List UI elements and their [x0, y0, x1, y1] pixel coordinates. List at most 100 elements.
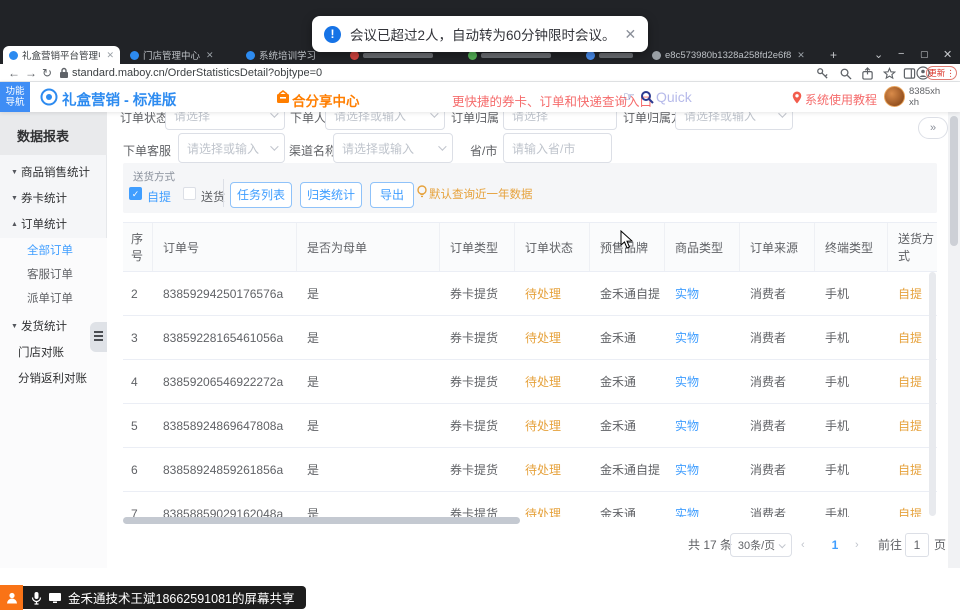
export-button[interactable]: 导出: [370, 182, 414, 208]
filter-select-channel[interactable]: 请选择或输入: [333, 133, 453, 163]
tab-title: 礼盒营销平台管理中心: [22, 48, 100, 62]
col-order-type: 订单类型: [440, 223, 515, 271]
chevron-down-icon: [430, 112, 438, 118]
horizontal-scrollbar[interactable]: [123, 517, 937, 524]
bookmark-star-icon[interactable]: [883, 67, 896, 80]
cell-product_type[interactable]: 实物: [665, 360, 740, 403]
cell-is_parent: 是: [297, 404, 440, 447]
browser-tab-store-admin[interactable]: 门店管理中心 ✕: [124, 46, 236, 64]
browser-update-button[interactable]: 更新 ⋮: [926, 66, 957, 80]
task-list-button[interactable]: 任务列表: [230, 182, 292, 208]
table-row: 683858924859261856a是券卡提货待处理金禾通自提实物消费者手机自…: [123, 448, 937, 492]
cell-brand: 金禾通: [590, 404, 665, 447]
new-tab-button[interactable]: +: [824, 46, 842, 64]
placeholder-text: 请选择或输入: [684, 112, 756, 124]
sidebar-item-all-orders[interactable]: 全部订单: [0, 238, 107, 262]
prev-page-icon[interactable]: ‹: [801, 533, 805, 557]
filter-select-service-agent[interactable]: 请选择或输入: [178, 133, 285, 163]
page-scrollbar-thumb[interactable]: [950, 116, 958, 246]
sidebar-item-product-sales[interactable]: ▼商品销售统计: [0, 160, 107, 184]
tab-title: 门店管理中心: [143, 48, 200, 62]
cell-product_type[interactable]: 实物: [665, 448, 740, 491]
quick-search-icon[interactable]: [640, 90, 654, 104]
forward-icon[interactable]: →: [25, 65, 37, 81]
cell-product_type[interactable]: 实物: [665, 492, 740, 517]
tab-favicon: [9, 51, 18, 60]
function-nav-toggle[interactable]: 功能 导航: [0, 82, 30, 112]
cell-order_no: 83858924869647808a: [153, 404, 297, 447]
cell-source: 消费者: [740, 272, 815, 315]
sidebar-item-service-orders[interactable]: 客服订单: [0, 262, 107, 286]
back-icon[interactable]: ←: [8, 65, 20, 81]
page-unit-label: 页: [934, 533, 946, 557]
cell-status: 待处理: [515, 272, 590, 315]
tab-close-icon[interactable]: ✕: [797, 50, 805, 61]
page-scrollbar-track[interactable]: [948, 112, 960, 568]
checkbox-delivery[interactable]: [183, 187, 196, 200]
filter-label: 订单归属方: [623, 112, 683, 126]
tutorial-link[interactable]: 系统使用教程: [805, 91, 877, 108]
key-icon[interactable]: [816, 67, 829, 80]
cell-index: 4: [123, 360, 153, 403]
user-avatar[interactable]: [884, 86, 905, 107]
filter-select-order-owner[interactable]: 请选择: [503, 112, 617, 130]
sidebar-item-card-stats[interactable]: ▼券卡统计: [0, 186, 107, 210]
cell-product_type[interactable]: 实物: [665, 272, 740, 315]
zoom-icon[interactable]: [839, 67, 852, 80]
checkbox-label[interactable]: 自提: [147, 188, 171, 205]
sidebar-item-rebate-reconcile[interactable]: 分销返利对账: [0, 366, 107, 390]
side-panel-icon[interactable]: [903, 67, 916, 80]
table-row: 483859206546922272a是券卡提货待处理金禾通实物消费者手机自提: [123, 360, 937, 404]
checkbox-label[interactable]: 送货: [201, 188, 225, 205]
scrollbar-thumb[interactable]: [123, 517, 520, 524]
cell-status: 待处理: [515, 316, 590, 359]
placeholder-text: 请选择: [174, 112, 210, 124]
filter-input-province[interactable]: 请输入省/市: [503, 133, 612, 163]
cell-product_type[interactable]: 实物: [665, 404, 740, 447]
toast-close-icon[interactable]: ✕: [625, 26, 637, 43]
cell-order_no: 83859228165461056a: [153, 316, 297, 359]
tab-search-icon[interactable]: ⌄: [874, 48, 883, 61]
filter-select-order-status[interactable]: 请选择: [165, 112, 285, 130]
cell-product_type[interactable]: 实物: [665, 316, 740, 359]
page-size-select[interactable]: 30条/页: [730, 533, 792, 557]
quick-search-label[interactable]: Quick: [656, 89, 692, 105]
browser-tab-hash[interactable]: e8c573980b1328a258fd2e6f8 ✕: [646, 46, 818, 64]
window-minimize-button[interactable]: −: [898, 48, 904, 60]
goto-page-input[interactable]: 1: [905, 533, 929, 557]
cell-brand: 金禾通: [590, 492, 665, 517]
cell-index: 6: [123, 448, 153, 491]
col-is-parent: 是否为母单: [297, 223, 440, 271]
url-bar[interactable]: standard.maboy.cn/OrderStatisticsDetail?…: [72, 67, 322, 79]
next-page-icon[interactable]: ›: [855, 533, 859, 557]
browser-tab-gift-admin[interactable]: 礼盒营销平台管理中心 ✕: [3, 46, 120, 64]
lock-icon: [59, 67, 69, 79]
filter-select-owner-party[interactable]: 请选择或输入: [675, 112, 793, 130]
filter-select-orderer[interactable]: 请选择或输入: [325, 112, 445, 130]
default-range-tip: 默认查询近一年数据: [429, 186, 533, 202]
tab-favicon: [246, 51, 255, 60]
share-center-link[interactable]: 合分享中心: [292, 90, 360, 110]
sidebar-item-dispatch-orders[interactable]: 派单订单: [0, 286, 107, 310]
tab-close-icon[interactable]: ✕: [106, 50, 114, 61]
checkbox-self-pickup[interactable]: ✓: [129, 187, 142, 200]
category-stats-button[interactable]: 归类统计: [300, 182, 362, 208]
tab-close-icon[interactable]: ✕: [206, 50, 214, 61]
sidebar-item-order-stats[interactable]: ▲订单统计: [0, 212, 107, 236]
cell-terminal: 手机: [815, 316, 888, 359]
vertical-scrollbar[interactable]: [929, 272, 936, 516]
user-name-sub: xh: [909, 97, 940, 108]
current-page[interactable]: 1: [823, 533, 847, 557]
tab-title: [599, 53, 633, 58]
expand-filters-button[interactable]: »: [918, 117, 948, 139]
window-maximize-button[interactable]: ▢: [920, 49, 929, 60]
window-close-button[interactable]: ✕: [943, 48, 952, 61]
caret-up-icon: ▲: [11, 221, 21, 228]
cell-order_no: 83858859029162048a: [153, 492, 297, 517]
col-product-type: 商品类型: [665, 223, 740, 271]
share-icon[interactable]: [861, 67, 874, 80]
table-row: 383859228165461056a是券卡提货待处理金禾通实物消费者手机自提: [123, 316, 937, 360]
reload-icon[interactable]: ↻: [42, 65, 52, 81]
cell-order_no: 83858924859261856a: [153, 448, 297, 491]
sidebar-collapse-handle[interactable]: [90, 322, 107, 352]
